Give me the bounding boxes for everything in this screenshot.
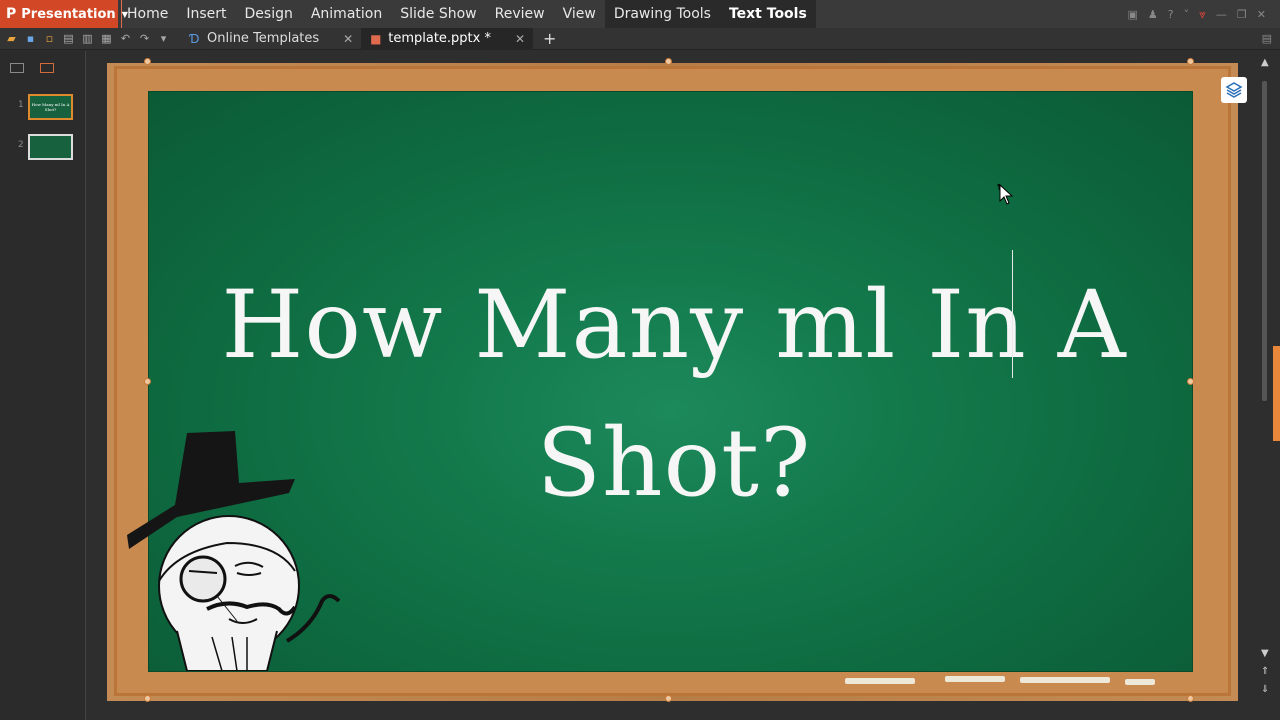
next-slide-icon[interactable]: ⇓ — [1261, 684, 1269, 695]
menu-bar: P Presentation ▼ Home Insert Design Anim… — [0, 0, 1280, 28]
text-caret — [1012, 250, 1013, 378]
slide-thumbnail-2[interactable] — [28, 134, 73, 160]
menu-view[interactable]: View — [554, 0, 605, 28]
tab-label: Online Templates — [207, 31, 320, 46]
new-tab-button[interactable]: + — [533, 29, 566, 48]
thumbnail-view-tabs — [0, 51, 85, 81]
minimize-icon[interactable]: — — [1216, 8, 1227, 21]
restore-icon[interactable]: ❐ — [1237, 8, 1247, 21]
slide-number: 1 — [18, 100, 24, 110]
slide-number: 2 — [18, 140, 24, 150]
panel-toggle-icon[interactable]: ▤ — [1262, 32, 1280, 45]
tab-bar: ▰ ▪ ▫ ▤ ▥ ▦ ↶ ↷ ▾ Ɗ Online Templates ✕ ■… — [0, 27, 1280, 50]
slides-view-icon[interactable] — [40, 63, 54, 73]
tab-label: template.pptx * — [388, 31, 491, 46]
resize-handle[interactable] — [665, 695, 672, 702]
help-dropdown-icon[interactable]: ˅ — [1184, 8, 1190, 21]
export-pdf-icon[interactable]: ▫ — [43, 32, 56, 45]
slide-thumbnail-1[interactable]: How Many ml In A Shot? — [28, 94, 73, 120]
close-window-icon[interactable]: ✕ — [1257, 8, 1266, 21]
scroll-down-icon[interactable]: ▼ — [1261, 648, 1269, 659]
help-icon[interactable]: ? — [1168, 8, 1174, 21]
app-name-label: Presentation — [21, 6, 116, 22]
feedback-icon[interactable]: ♟ — [1148, 8, 1158, 21]
format-painter-icon[interactable]: ▦ — [100, 32, 113, 45]
app-logo-icon: P — [6, 6, 17, 22]
layers-icon[interactable] — [1221, 77, 1247, 103]
tab-online-templates[interactable]: Ɗ Online Templates ✕ — [180, 28, 361, 50]
tab-template-pptx[interactable]: ■ template.pptx * ✕ — [361, 27, 534, 50]
scrollbar-thumb[interactable] — [1262, 81, 1267, 401]
pptx-file-icon: ■ — [370, 31, 382, 46]
side-panel-toggle[interactable] — [1273, 346, 1280, 441]
redo-icon[interactable]: ↷ — [138, 32, 151, 45]
menu-review[interactable]: Review — [486, 0, 554, 28]
vertical-scrollbar[interactable]: ▲ ▼ ⇑ ⇓ — [1257, 51, 1280, 720]
top-hat-gentleman-illustration[interactable] — [117, 431, 347, 672]
resize-handle[interactable] — [1187, 378, 1194, 385]
resize-handle[interactable] — [144, 378, 151, 385]
scroll-up-icon[interactable]: ▲ — [1261, 57, 1269, 68]
menu-slide-show[interactable]: Slide Show — [391, 0, 485, 28]
close-tab-icon[interactable]: ✕ — [343, 32, 353, 46]
collapse-ribbon-icon[interactable]: ⩔ — [1199, 7, 1206, 22]
menu-text-tools[interactable]: Text Tools — [719, 0, 816, 28]
quick-access-toolbar: ▰ ▪ ▫ ▤ ▥ ▦ ↶ ↷ ▾ — [0, 32, 180, 45]
slide-canvas[interactable]: How Many ml In A Shot? — [87, 51, 1257, 720]
print-preview-icon[interactable]: ▥ — [81, 32, 94, 45]
window-controls: ▣ ♟ ? ˅ ⩔ — ❐ ✕ — [1128, 7, 1280, 22]
skin-icon[interactable]: ▣ — [1128, 8, 1138, 21]
resize-handle[interactable] — [144, 58, 151, 65]
move-cursor-icon — [996, 183, 1017, 207]
resize-handle[interactable] — [665, 58, 672, 65]
presentation-app: P Presentation ▼ Home Insert Design Anim… — [0, 0, 1280, 720]
slide[interactable]: How Many ml In A Shot? — [107, 58, 1247, 702]
resize-handle[interactable] — [144, 695, 151, 702]
template-icon: Ɗ — [189, 31, 200, 46]
menu-home[interactable]: Home — [118, 0, 177, 28]
close-tab-icon[interactable]: ✕ — [515, 32, 525, 46]
previous-slide-icon[interactable]: ⇑ — [1261, 666, 1269, 677]
undo-icon[interactable]: ↶ — [119, 32, 132, 45]
print-icon[interactable]: ▤ — [62, 32, 75, 45]
resize-handle[interactable] — [1187, 58, 1194, 65]
app-menu-button[interactable]: P Presentation ▼ — [0, 0, 128, 28]
save-icon[interactable]: ▪ — [24, 32, 37, 45]
title-line-1: How Many ml In A — [221, 271, 1127, 380]
open-folder-icon[interactable]: ▰ — [5, 32, 18, 45]
menu-insert[interactable]: Insert — [177, 0, 235, 28]
menu-design[interactable]: Design — [236, 0, 302, 28]
slide-thumbnail-panel: 1 How Many ml In A Shot? 2 — [0, 51, 86, 720]
chalk-ledge — [825, 674, 1165, 688]
thumbnail-title: How Many ml In A Shot? — [31, 102, 70, 112]
menu-drawing-tools[interactable]: Drawing Tools — [604, 0, 720, 28]
resize-handle[interactable] — [1187, 695, 1194, 702]
customize-toolbar-icon[interactable]: ▾ — [157, 32, 170, 45]
outline-view-icon[interactable] — [10, 63, 24, 73]
menu-animation[interactable]: Animation — [302, 0, 391, 28]
